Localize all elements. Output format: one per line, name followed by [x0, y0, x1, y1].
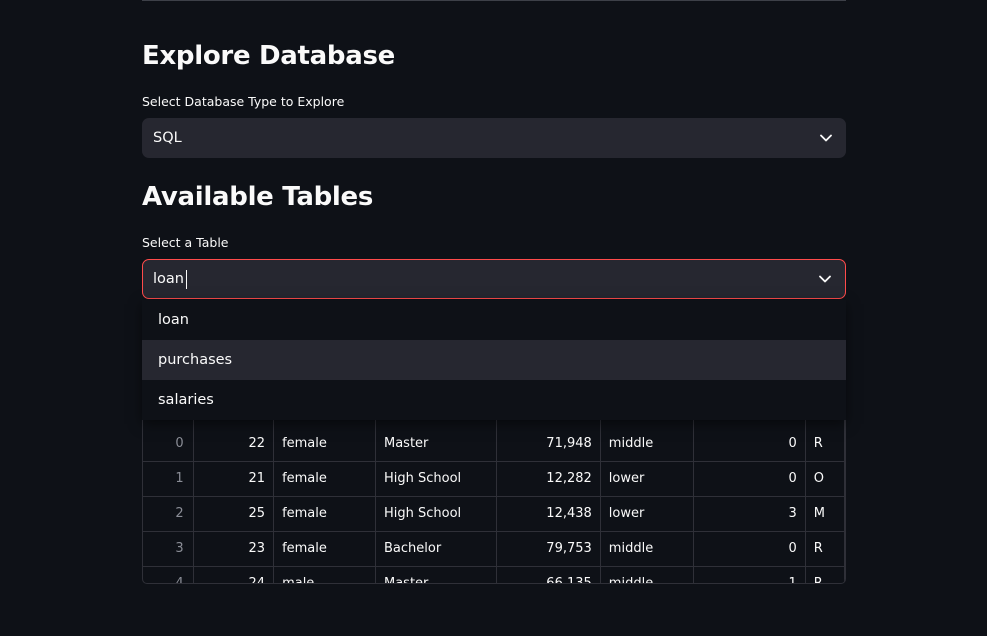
- cell-gender[interactable]: female: [273, 461, 376, 497]
- cell-class[interactable]: middle: [600, 426, 695, 462]
- cell-count[interactable]: 1: [693, 566, 806, 583]
- cell-education[interactable]: High School: [375, 461, 497, 497]
- table-row[interactable]: 3 23 female Bachelor 79,753 middle 0 R: [143, 531, 845, 567]
- cell-age[interactable]: 21: [193, 461, 275, 497]
- row-index: 2: [143, 496, 194, 532]
- cell-extra[interactable]: R: [805, 566, 845, 583]
- cell-class[interactable]: lower: [600, 461, 695, 497]
- cell-extra[interactable]: R: [805, 426, 845, 462]
- chevron-down-icon: [820, 134, 832, 142]
- dropdown-option-loan[interactable]: loan: [142, 300, 846, 340]
- cell-count[interactable]: 0: [693, 461, 806, 497]
- cell-extra[interactable]: O: [805, 461, 845, 497]
- row-index: 1: [143, 461, 194, 497]
- cell-count[interactable]: 0: [693, 426, 806, 462]
- cell-age[interactable]: 22: [193, 426, 275, 462]
- table-select-label: Select a Table: [142, 235, 229, 250]
- table-row[interactable]: 4 24 male Master 66,135 middle 1 R: [143, 566, 845, 583]
- db-type-label: Select Database Type to Explore: [142, 94, 345, 109]
- db-type-selected-value: SQL: [153, 130, 182, 146]
- top-divider: [142, 0, 846, 1]
- dropdown-option-salaries[interactable]: salaries: [142, 380, 846, 420]
- cell-education[interactable]: High School: [375, 496, 497, 532]
- available-tables-heading: Available Tables: [142, 182, 374, 212]
- dropdown-option-purchases[interactable]: purchases: [142, 340, 846, 380]
- cell-age[interactable]: 23: [193, 531, 275, 567]
- cell-gender[interactable]: female: [273, 426, 376, 462]
- cell-gender[interactable]: female: [273, 496, 376, 532]
- cell-income[interactable]: 12,282: [496, 461, 601, 497]
- row-index: 0: [143, 426, 194, 462]
- cell-income[interactable]: 71,948: [496, 426, 601, 462]
- table-select-input[interactable]: loan: [142, 259, 846, 299]
- cell-education[interactable]: Bachelor: [375, 531, 497, 567]
- row-index: 3: [143, 531, 194, 567]
- table-row[interactable]: 1 21 female High School 12,282 lower 0 O: [143, 461, 845, 497]
- cell-count[interactable]: 3: [693, 496, 806, 532]
- cell-class[interactable]: lower: [600, 496, 695, 532]
- cell-class[interactable]: middle: [600, 566, 695, 583]
- explore-database-heading: Explore Database: [142, 41, 395, 71]
- cell-extra[interactable]: R: [805, 531, 845, 567]
- cell-gender[interactable]: male: [273, 566, 376, 583]
- text-caret: [185, 269, 188, 289]
- db-type-select[interactable]: SQL: [142, 118, 846, 158]
- cell-class[interactable]: middle: [600, 531, 695, 567]
- cell-extra[interactable]: M: [805, 496, 845, 532]
- table-row[interactable]: 0 22 female Master 71,948 middle 0 R: [143, 426, 845, 462]
- cell-income[interactable]: 12,438: [496, 496, 601, 532]
- table-search-text: loan: [153, 271, 184, 287]
- cell-count[interactable]: 0: [693, 531, 806, 567]
- table-dropdown-menu: loan purchases salaries: [142, 300, 846, 420]
- cell-education[interactable]: Master: [375, 426, 497, 462]
- cell-age[interactable]: 25: [193, 496, 275, 532]
- table-row[interactable]: 2 25 female High School 12,438 lower 3 M: [143, 496, 845, 532]
- cell-age[interactable]: 24: [193, 566, 275, 583]
- row-index: 4: [143, 566, 194, 583]
- data-preview-table[interactable]: 0 22 female Master 71,948 middle 0 R 1 2…: [142, 408, 846, 584]
- cell-income[interactable]: 66,135: [496, 566, 601, 583]
- cell-gender[interactable]: female: [273, 531, 376, 567]
- cell-income[interactable]: 79,753: [496, 531, 601, 567]
- cell-education[interactable]: Master: [375, 566, 497, 583]
- chevron-down-icon: [819, 275, 831, 283]
